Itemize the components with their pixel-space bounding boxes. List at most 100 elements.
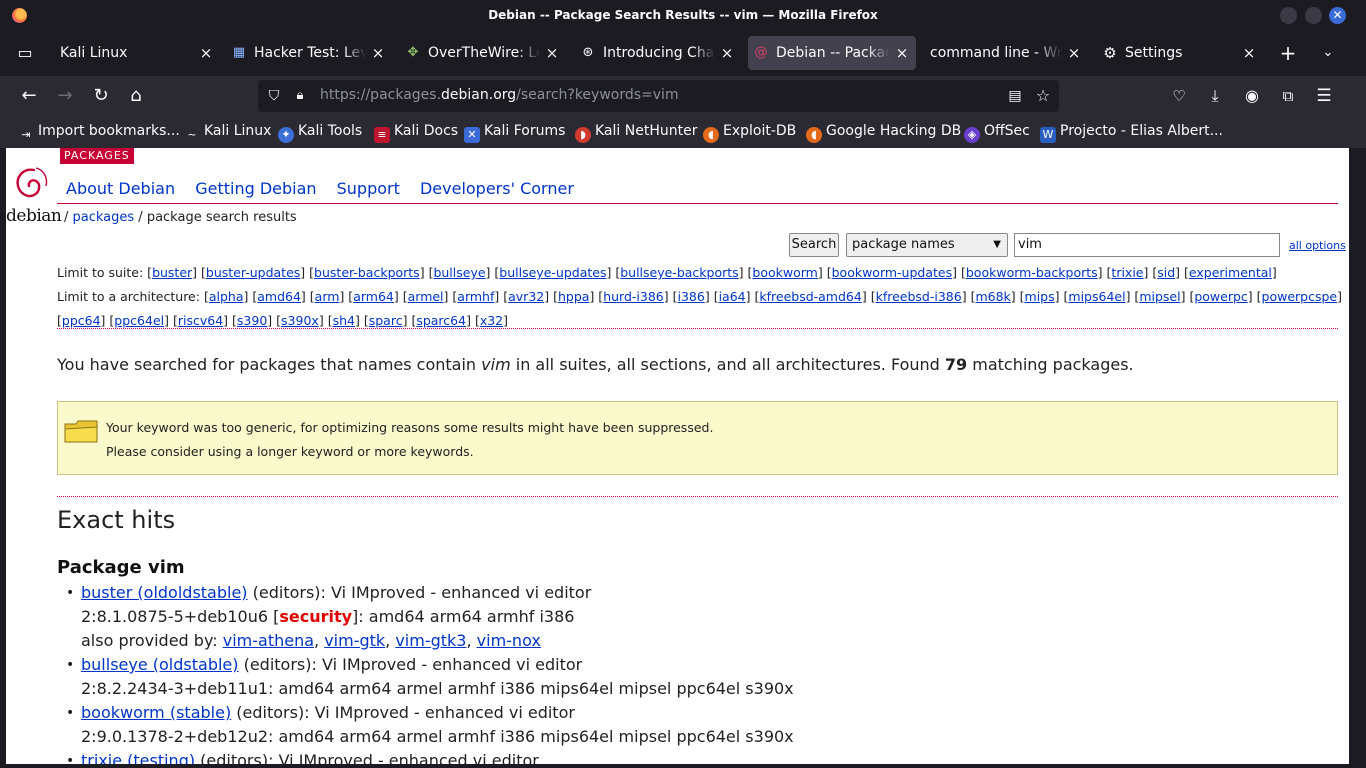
url-text[interactable]: https://packages.debian.org/search?keywo…	[320, 87, 679, 103]
arch-filter-link[interactable]: ia64	[719, 289, 746, 304]
suite-link-bookworm[interactable]: bookworm (stable)	[81, 703, 231, 722]
suite-filter-link[interactable]: experimental	[1189, 265, 1272, 280]
all-options-link[interactable]: all options	[1289, 239, 1346, 252]
tab-settings[interactable]: ⚙ Settings ×	[1097, 36, 1263, 70]
arch-filter-link[interactable]: armel	[408, 289, 444, 304]
extensions-icon[interactable]: ⧉	[1276, 84, 1300, 108]
list-tabs-icon[interactable]: ⌄	[1316, 41, 1340, 65]
also-link-vim-gtk3[interactable]: vim-gtk3	[395, 631, 466, 650]
suite-filter-link[interactable]: bullseye	[433, 265, 485, 280]
bookmark-kali-docs[interactable]: ≡ Kali Docs	[374, 123, 458, 143]
packages-badge[interactable]: PACKAGES	[60, 148, 134, 164]
arch-filter-link[interactable]: powerpc	[1194, 289, 1247, 304]
arch-filter-link[interactable]: m68k	[975, 289, 1010, 304]
bookmark-import[interactable]: ⇥ Import bookmarks...	[18, 123, 179, 143]
bookmark-offsec[interactable]: ◈ OffSec	[964, 123, 1030, 143]
arch-filter-link[interactable]: amd64	[257, 289, 301, 304]
reader-view-icon[interactable]: ▤	[1003, 84, 1027, 108]
scrollbar[interactable]	[1349, 148, 1366, 768]
search-button[interactable]: Search	[789, 233, 839, 257]
arch-filter-link[interactable]: hurd-i386	[603, 289, 664, 304]
suite-filter-link[interactable]: buster	[152, 265, 192, 280]
bookmark-google-hacking-db[interactable]: ◖ Google Hacking DB	[806, 123, 961, 143]
also-link-vim-gtk[interactable]: vim-gtk	[324, 631, 385, 650]
arch-filter-link[interactable]: mipsel	[1139, 289, 1180, 304]
bookmark-star-icon[interactable]: ☆	[1031, 84, 1055, 108]
nav-getting-debian[interactable]: Getting Debian	[195, 179, 316, 198]
tab-kali-linux[interactable]: Kali Linux ×	[50, 36, 220, 70]
close-tab-icon[interactable]: ×	[370, 36, 386, 70]
close-tab-icon[interactable]: ×	[1241, 36, 1257, 70]
breadcrumb-packages[interactable]: packages	[73, 210, 135, 225]
home-icon[interactable]: ⌂	[124, 84, 148, 108]
close-tab-icon[interactable]: ×	[894, 36, 910, 70]
arch-filter-link[interactable]: arm	[315, 289, 340, 304]
suite-link-trixie[interactable]: trixie (testing)	[81, 751, 195, 764]
tab-overthewire[interactable]: ✥ OverTheWire: Level ×	[400, 36, 566, 70]
arch-filter-link[interactable]: armhf	[457, 289, 494, 304]
nav-developers-corner[interactable]: Developers' Corner	[420, 179, 574, 198]
arch-filter-link[interactable]: ppc64el	[114, 313, 164, 328]
suite-filter-link[interactable]: bullseye-updates	[499, 265, 606, 280]
arch-filter-link[interactable]: s390	[237, 313, 267, 328]
also-link-vim-nox[interactable]: vim-nox	[477, 631, 541, 650]
arch-filter-link[interactable]: kfreebsd-i386	[876, 289, 962, 304]
minimize-button[interactable]	[1280, 7, 1297, 24]
close-tab-icon[interactable]: ×	[719, 36, 735, 70]
bookmark-kali-nethunter[interactable]: ◗ Kali NetHunter	[575, 123, 697, 143]
downloads-icon[interactable]: ⤓	[1203, 84, 1227, 108]
nav-about-debian[interactable]: About Debian	[66, 179, 175, 198]
arch-filter-link[interactable]: i386	[677, 289, 704, 304]
back-icon[interactable]: ←	[17, 84, 41, 108]
suite-filter-link[interactable]: bookworm-updates	[832, 265, 953, 280]
close-tab-icon[interactable]: ×	[1066, 36, 1082, 70]
new-tab-icon[interactable]: +	[1276, 41, 1300, 65]
close-tab-icon[interactable]: ×	[198, 36, 214, 70]
forward-icon[interactable]: →	[53, 84, 77, 108]
tab-chatgpt[interactable]: ⊛ Introducing ChatGPT ×	[575, 36, 741, 70]
suite-filter-link[interactable]: trixie	[1111, 265, 1143, 280]
tab-hacker-test[interactable]: ▦ Hacker Test: Level ×	[226, 36, 392, 70]
bookmark-exploit-db[interactable]: ◖ Exploit-DB	[703, 123, 796, 143]
suite-filter-link[interactable]: bullseye-backports	[620, 265, 738, 280]
arch-filter-link[interactable]: ppc64	[62, 313, 101, 328]
arch-filter-link[interactable]: powerpcspe	[1262, 289, 1338, 304]
arch-filter-link[interactable]: hppa	[558, 289, 589, 304]
bookmark-kali-linux[interactable]: ~ Kali Linux	[184, 123, 271, 143]
suite-filter-link[interactable]: sid	[1157, 265, 1175, 280]
arch-filter-link[interactable]: sparc64	[416, 313, 466, 328]
search-input[interactable]: vim	[1014, 233, 1280, 257]
suite-link-bullseye[interactable]: bullseye (oldstable)	[81, 655, 239, 674]
arch-filter-link[interactable]: x32	[480, 313, 503, 328]
arch-filter-link[interactable]: avr32	[508, 289, 544, 304]
suite-filter-link[interactable]: buster-backports	[314, 265, 420, 280]
bookmark-kali-forums[interactable]: ✕ Kali Forums	[464, 123, 565, 143]
shield-icon[interactable]: ⛉	[262, 84, 286, 108]
suite-filter-link[interactable]: buster-updates	[206, 265, 300, 280]
arch-filter-link[interactable]: mips64el	[1068, 289, 1125, 304]
arch-filter-link[interactable]: mips	[1025, 289, 1055, 304]
search-type-select[interactable]: package names ▼	[846, 233, 1008, 257]
tab-command-line[interactable]: command line - Writ ×	[922, 36, 1088, 70]
account-icon[interactable]: ◉	[1240, 84, 1264, 108]
nav-support[interactable]: Support	[337, 179, 400, 198]
arch-filter-link[interactable]: arm64	[353, 289, 394, 304]
arch-filter-link[interactable]: riscv64	[178, 313, 223, 328]
suite-link-buster[interactable]: buster (oldoldstable)	[81, 583, 248, 602]
tab-debian[interactable]: @ Debian -- Package ×	[748, 36, 916, 70]
firefox-view-icon[interactable]: ▭	[13, 41, 37, 65]
arch-filter-link[interactable]: sh4	[333, 313, 355, 328]
suite-filter-link[interactable]: bookworm-backports	[966, 265, 1098, 280]
address-bar[interactable]: ⛉ 🔒︎ https://packages.debian.org/search?…	[258, 80, 1059, 112]
maximize-button[interactable]	[1305, 7, 1322, 24]
arch-filter-link[interactable]: kfreebsd-amd64	[759, 289, 861, 304]
lock-icon[interactable]: 🔒︎	[288, 84, 312, 108]
close-window-button[interactable]: ✕	[1329, 7, 1346, 24]
reload-icon[interactable]: ↻	[89, 84, 113, 108]
arch-filter-link[interactable]: alpha	[209, 289, 244, 304]
menu-icon[interactable]: ☰	[1312, 84, 1336, 108]
close-tab-icon[interactable]: ×	[544, 36, 560, 70]
arch-filter-link[interactable]: sparc	[369, 313, 403, 328]
pocket-icon[interactable]: ♡	[1167, 84, 1191, 108]
suite-filter-link[interactable]: bookworm	[752, 265, 817, 280]
